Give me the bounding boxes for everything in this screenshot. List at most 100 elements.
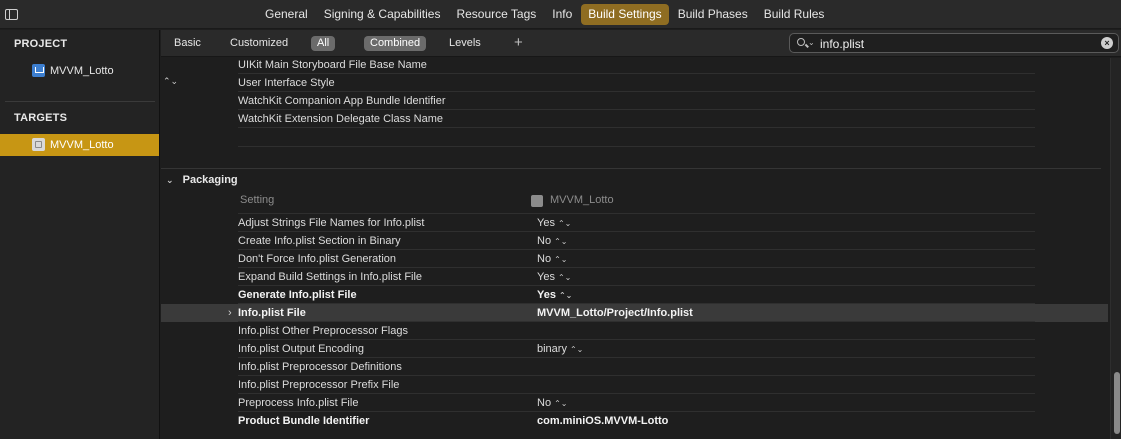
setting-value[interactable]: MVVM_Lotto/Project/Info.plist <box>537 304 693 322</box>
row-divider <box>238 127 1035 128</box>
sidebar-toggle-icon[interactable] <box>5 9 18 20</box>
row-divider <box>238 285 1035 286</box>
setting-row[interactable]: Product Bundle Identifier com.miniOS.MVVM… <box>161 412 1108 430</box>
tab-build-rules[interactable]: Build Rules <box>757 4 832 25</box>
popup-stepper-icon[interactable]: ⌃⌄ <box>558 273 571 282</box>
setting-name: Preprocess Info.plist File <box>238 397 359 409</box>
customized-filter-button[interactable]: Customized <box>224 36 294 51</box>
setting-column-header: Setting <box>240 194 275 206</box>
setting-value-text: No <box>537 397 552 409</box>
setting-row[interactable]: Generate Info.plist File Yes ⌃⌄ <box>161 286 1108 304</box>
all-filter-button[interactable]: All <box>311 36 336 51</box>
setting-row[interactable]: WatchKit Extension Delegate Class Name <box>161 110 1108 128</box>
setting-name: UIKit Main Storyboard File Base Name <box>238 59 427 71</box>
target-column-header: MVVM_Lotto <box>550 194 614 206</box>
search-icon <box>797 38 805 46</box>
setting-name: Product Bundle Identifier <box>238 415 370 427</box>
editor-tab-bar: General Signing & Capabilities Resource Ta… <box>0 0 1121 29</box>
setting-row[interactable]: Info.plist Other Preprocessor Flags <box>161 322 1108 340</box>
project-item[interactable]: MVVM_Lotto <box>0 60 159 82</box>
setting-row[interactable]: WatchKit Companion App Bundle Identifier <box>161 92 1108 110</box>
setting-row[interactable]: Don't Force Info.plist Generation No ⌃⌄ <box>161 250 1108 268</box>
packaging-section-header[interactable]: ⌄ Packaging <box>166 174 238 186</box>
setting-row[interactable]: Info.plist Preprocessor Prefix File <box>161 376 1108 394</box>
setting-row[interactable]: Info.plist Output Encoding binary ⌃⌄ <box>161 340 1108 358</box>
popup-stepper-icon[interactable]: ⌃⌄ <box>558 219 571 228</box>
row-divider <box>238 321 1035 322</box>
row-divider <box>238 213 1035 214</box>
row-divider <box>238 303 1035 304</box>
tab-build-settings[interactable]: Build Settings <box>581 4 669 25</box>
sidebar-divider <box>5 101 155 102</box>
project-item-label: MVVM_Lotto <box>50 65 114 77</box>
basic-filter-button[interactable]: Basic <box>168 36 207 51</box>
targets-header: TARGETS <box>14 112 68 124</box>
setting-name: User Interface Style <box>238 77 335 89</box>
setting-name: Don't Force Info.plist Generation <box>238 253 397 265</box>
chevron-down-icon: ⌄ <box>166 175 174 185</box>
setting-value[interactable]: com.miniOS.MVVM-Lotto <box>537 412 668 430</box>
search-options-chevron-icon[interactable]: ⌄ <box>808 38 815 47</box>
popup-stepper-icon[interactable]: ⌃⌄ <box>554 237 567 246</box>
search-input[interactable]: info.plist <box>820 37 864 51</box>
setting-name: WatchKit Companion App Bundle Identifier <box>238 95 446 107</box>
sort-stepper-icon[interactable]: ⌃⌄ <box>163 76 178 87</box>
target-item-label: MVVM_Lotto <box>50 139 114 151</box>
setting-row[interactable]: Adjust Strings File Names for Info.plist… <box>161 214 1108 232</box>
setting-name: Info.plist Output Encoding <box>238 343 364 355</box>
setting-name: Expand Build Settings in Info.plist File <box>238 271 423 283</box>
setting-value-text: Yes <box>537 217 555 229</box>
setting-row[interactable]: Expand Build Settings in Info.plist File… <box>161 268 1108 286</box>
popup-stepper-icon[interactable]: ⌃⌄ <box>554 255 567 264</box>
vertical-scrollbar[interactable] <box>1110 58 1121 439</box>
setting-value-text: No <box>537 235 552 247</box>
row-divider <box>238 393 1035 394</box>
setting-name: Info.plist Preprocessor Definitions <box>238 361 402 373</box>
popup-stepper-icon[interactable]: ⌃⌄ <box>570 345 583 354</box>
disclosure-chevron-icon[interactable]: › <box>228 304 232 322</box>
settings-tabs: General Signing & Capabilities Resource Ta… <box>258 4 833 25</box>
setting-row[interactable]: › Info.plist File MVVM_Lotto/Project/Info.… <box>161 304 1108 322</box>
levels-view-button[interactable]: Levels <box>443 36 487 51</box>
row-divider <box>238 411 1035 412</box>
build-settings-table: UIKit Main Storyboard File Base Name User… <box>161 58 1121 439</box>
project-icon <box>32 64 45 77</box>
setting-value-text: Yes <box>537 289 556 301</box>
row-divider <box>238 357 1035 358</box>
project-navigator: PROJECT MVVM_Lotto TARGETS MVVM_Lotto <box>0 30 160 439</box>
setting-name: Adjust Strings File Names for Info.plist <box>238 217 425 229</box>
tab-info[interactable]: Info <box>545 4 579 25</box>
setting-value-text: com.miniOS.MVVM-Lotto <box>537 415 669 427</box>
setting-name: Create Info.plist Section in Binary <box>238 235 401 247</box>
search-field[interactable]: ⌄ info.plist × <box>789 33 1119 53</box>
combined-view-button[interactable]: Combined <box>364 36 427 51</box>
setting-row[interactable]: Info.plist Preprocessor Definitions <box>161 358 1108 376</box>
tab-general[interactable]: General <box>258 4 315 25</box>
section-divider <box>161 168 1101 169</box>
setting-value-text: binary <box>537 343 567 355</box>
tab-build-phases[interactable]: Build Phases <box>671 4 755 25</box>
setting-row[interactable]: Preprocess Info.plist File No ⌃⌄ <box>161 394 1108 412</box>
setting-row[interactable]: UIKit Main Storyboard File Base Name <box>161 58 1108 74</box>
row-divider <box>238 375 1035 376</box>
row-divider <box>238 249 1035 250</box>
row-divider <box>238 146 1035 147</box>
setting-row[interactable]: User Interface Style <box>161 74 1108 92</box>
setting-name: Info.plist Other Preprocessor Flags <box>238 325 408 337</box>
row-divider <box>238 231 1035 232</box>
setting-value-text: MVVM_Lotto/Project/Info.plist <box>537 307 693 319</box>
setting-name: Generate Info.plist File <box>238 289 357 301</box>
setting-name: WatchKit Extension Delegate Class Name <box>238 113 444 125</box>
row-divider <box>238 339 1035 340</box>
setting-row[interactable]: Create Info.plist Section in Binary No ⌃⌄ <box>161 232 1108 250</box>
tab-resource-tags[interactable]: Resource Tags <box>449 4 543 25</box>
tab-signing-capabilities[interactable]: Signing & Capabilities <box>317 4 448 25</box>
scrollbar-thumb[interactable] <box>1114 372 1120 434</box>
target-item[interactable]: MVVM_Lotto <box>0 134 159 156</box>
add-setting-button[interactable]: + <box>514 34 523 51</box>
setting-name: Info.plist Preprocessor Prefix File <box>238 379 400 391</box>
popup-stepper-icon[interactable]: ⌃⌄ <box>559 291 572 300</box>
setting-value-text: Yes <box>537 271 555 283</box>
popup-stepper-icon[interactable]: ⌃⌄ <box>554 399 567 408</box>
clear-search-icon[interactable]: × <box>1101 37 1113 49</box>
